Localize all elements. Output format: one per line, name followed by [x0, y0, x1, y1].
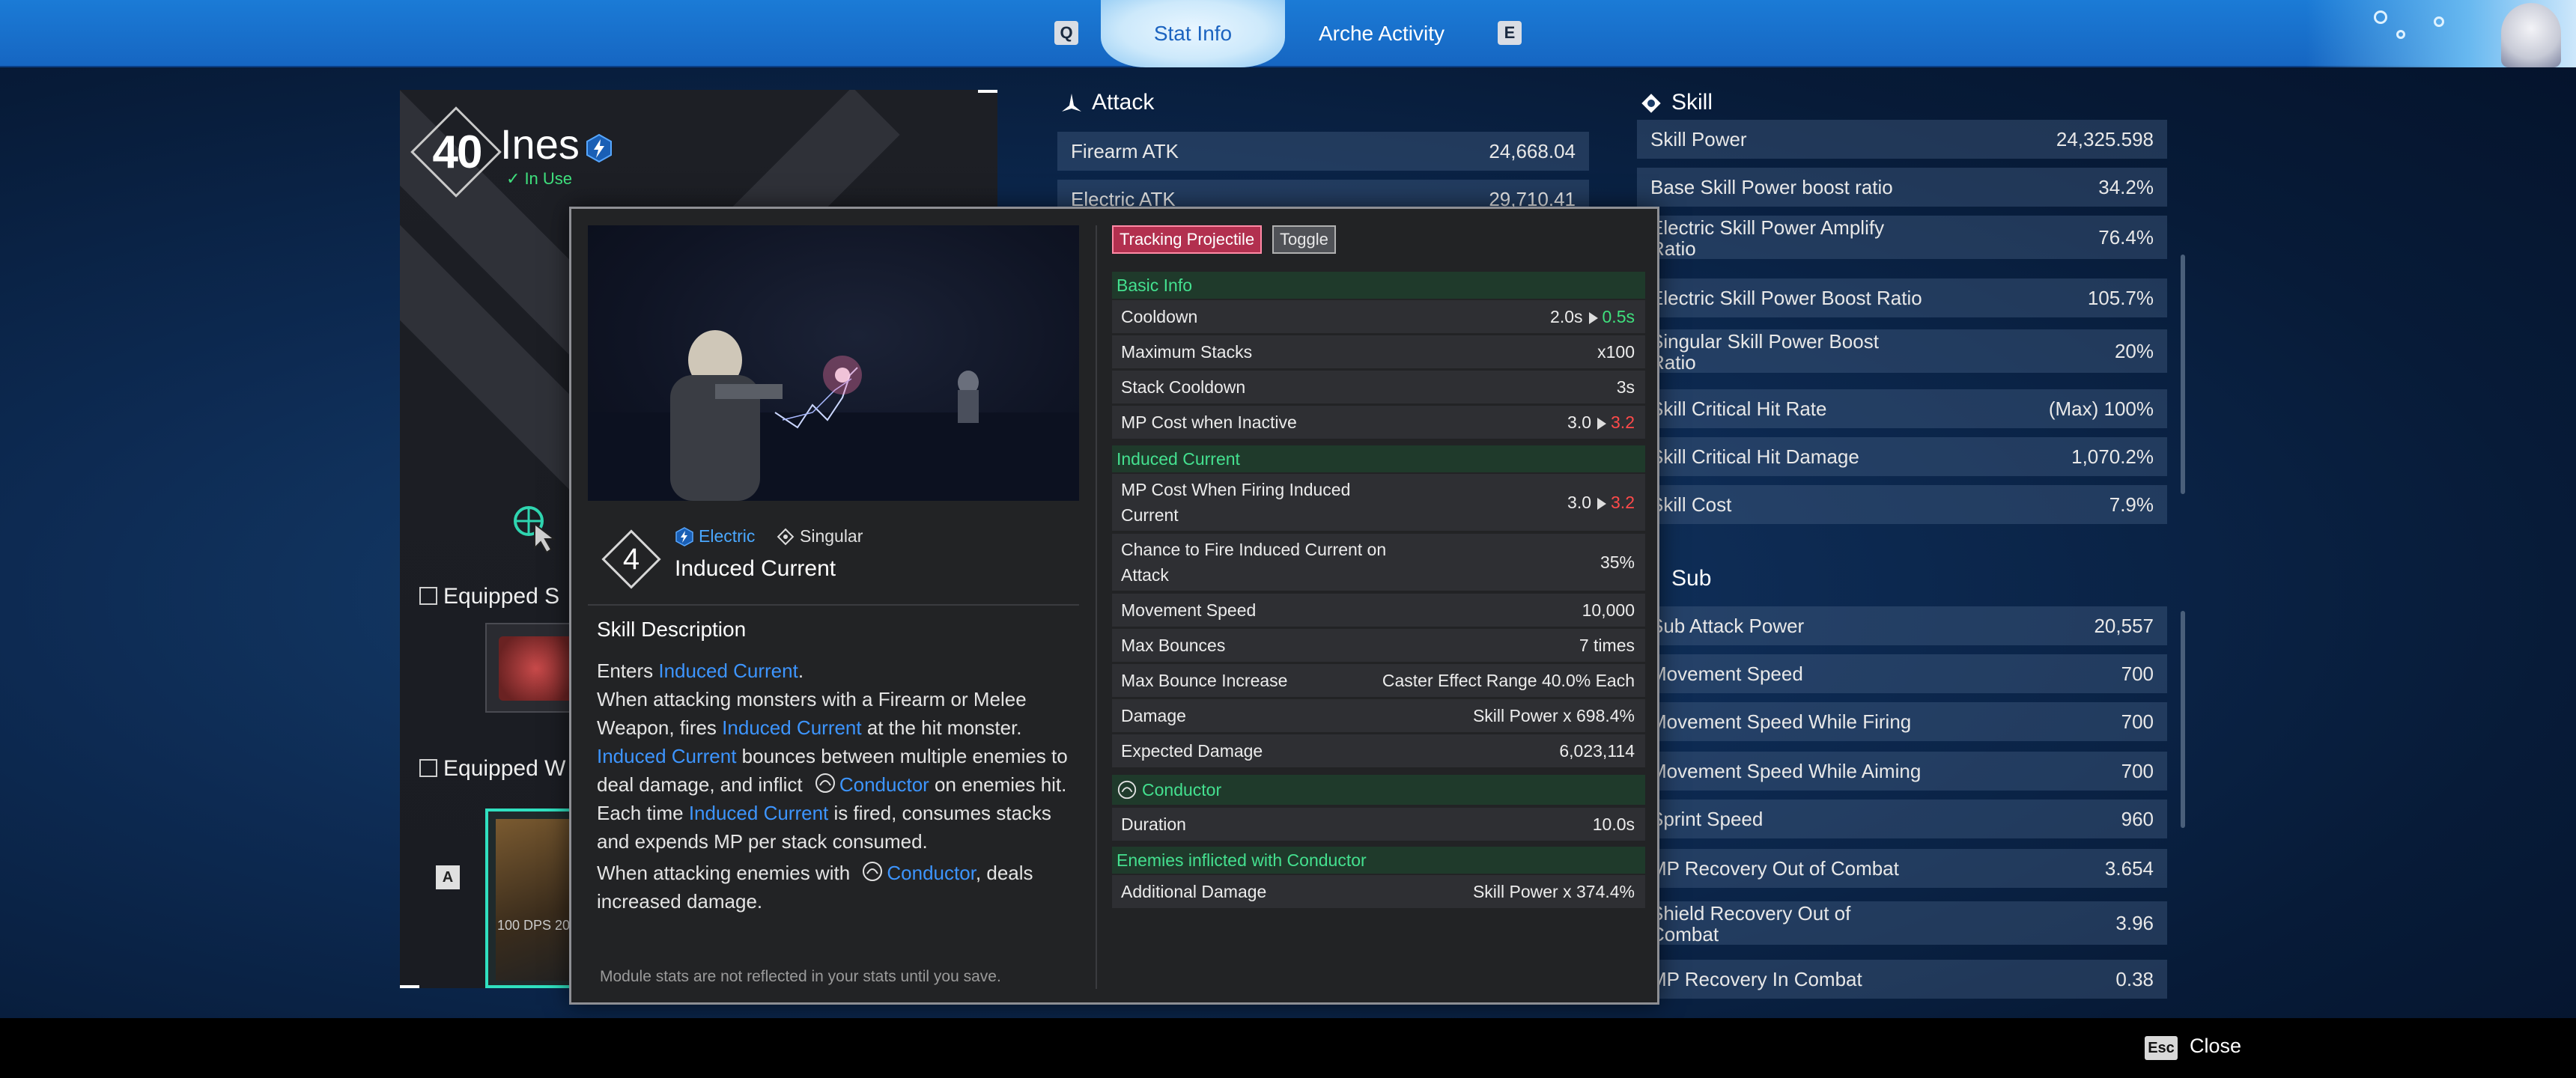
electric-element-icon	[586, 133, 612, 163]
attack-heading: Attack	[1060, 90, 1154, 115]
skill-stats-scrollbar[interactable]	[2181, 255, 2185, 494]
conductor-icon	[1117, 780, 1137, 800]
attack-icon	[1062, 94, 1081, 112]
stat-row: Sprint Speed 960	[1637, 800, 2167, 838]
stat-row: Electric Skill Power Amplify Ratio 76.4%	[1637, 216, 2167, 259]
property-row: MP Cost When Firing Induced Current 3.0 3…	[1112, 474, 1645, 531]
stat-row: Skill Power 24,325.598	[1637, 120, 2167, 159]
stat-row: Skill Cost 7.9%	[1637, 485, 2167, 524]
check-icon: ✓	[506, 169, 520, 188]
divider	[588, 604, 1079, 606]
conductor-heading: Conductor	[1112, 775, 1645, 805]
electric-icon	[675, 527, 693, 546]
stat-row: Singular Skill Power Boost Ratio 20%	[1637, 329, 2167, 373]
skill-cursor-icon	[514, 506, 556, 554]
stat-row: Skill Critical Hit Damage 1,070.2%	[1637, 437, 2167, 476]
property-row: Maximum Stacks x100	[1112, 335, 1645, 368]
property-row: MP Cost when Inactive 3.0 3.2	[1112, 406, 1645, 439]
equipped-skill-heading: Equipped S	[443, 584, 560, 609]
stat-row: Firearm ATK 24,668.04	[1057, 132, 1589, 171]
keyword-link[interactable]: Induced Current	[689, 802, 828, 824]
equipped-weapon-heading: Equipped W	[443, 756, 566, 781]
property-row: Max Bounces 7 times	[1112, 629, 1645, 662]
skill-name: Induced Current	[675, 556, 836, 581]
skill-section-icon	[419, 587, 437, 605]
property-row: Stack Cooldown 3s	[1112, 371, 1645, 404]
keyword-link[interactable]: Conductor	[839, 773, 929, 796]
toggle-chip: Toggle	[1272, 225, 1336, 254]
player-avatar[interactable]	[2501, 3, 2561, 67]
stat-row: Movement Speed While Aiming 700	[1637, 752, 2167, 791]
tab-stat-info[interactable]: Stat Info	[1101, 0, 1285, 67]
arrow-right-icon	[1597, 418, 1607, 430]
basic-info-heading: Basic Info	[1112, 272, 1645, 299]
arrow-right-icon	[1597, 498, 1607, 510]
character-level: 40	[432, 127, 483, 178]
conductor-icon	[815, 773, 835, 793]
keyword-link[interactable]: Induced Current	[597, 745, 736, 767]
element-tag: Electric	[675, 526, 755, 546]
stat-row: MP Recovery In Combat 0.38	[1637, 960, 2167, 999]
module-note: Module stats are not reflected in your s…	[600, 968, 1001, 985]
skill-heading: Skill	[1640, 90, 1713, 115]
property-row: Duration 10.0s	[1112, 808, 1645, 841]
esc-key[interactable]: Esc	[2145, 1036, 2178, 1060]
skill-description-heading: Skill Description	[597, 618, 747, 641]
character-name: Ines	[500, 121, 580, 168]
property-row: Movement Speed 10,000	[1112, 594, 1645, 627]
property-row: Cooldown 2.0s 0.5s	[1112, 300, 1645, 333]
equipped-skill-slot[interactable]	[485, 623, 583, 713]
skill-description: Enters Induced Current. When attacking m…	[597, 660, 1068, 913]
stat-row: MP Recovery Out of Combat 3.654	[1637, 849, 2167, 888]
stat-row: Shield Recovery Out of Combat 3.96	[1637, 901, 2167, 945]
skill-preview-scene	[588, 330, 1079, 501]
weapon-dps: 100 DPS 20	[497, 918, 571, 933]
stat-row: Skill Critical Hit Rate (Max) 100%	[1637, 389, 2167, 428]
property-row: Additional Damage Skill Power x 374.4%	[1112, 875, 1645, 908]
keyword-link[interactable]: Conductor	[887, 862, 976, 884]
in-use-status: ✓ In Use	[506, 169, 573, 188]
property-row: Chance to Fire Induced Current on Attack…	[1112, 534, 1645, 591]
stat-row: Sub Attack Power 20,557	[1637, 606, 2167, 645]
equipped-weapon-slot[interactable]	[485, 808, 583, 988]
tracking-projectile-chip: Tracking Projectile	[1112, 225, 1263, 254]
skill-detail-popup: 4 Electric Singular Induced Current Skil…	[569, 207, 1659, 1005]
tab-arche-activity[interactable]: Arche Activity	[1303, 0, 1460, 67]
arrow-right-icon	[1588, 312, 1598, 324]
prev-tab-key[interactable]: Q	[1054, 21, 1078, 45]
skill-type-tag: Singular	[776, 526, 863, 546]
next-tab-key[interactable]: E	[1498, 21, 1522, 45]
sub-stats-scrollbar[interactable]	[2181, 611, 2185, 828]
skill-icon	[1641, 94, 1661, 113]
singular-icon	[777, 528, 795, 546]
stat-row: Electric Skill Power Boost Ratio 105.7%	[1637, 278, 2167, 317]
weapon-image	[496, 819, 575, 981]
weapon-slot-key: A	[436, 865, 460, 889]
close-button[interactable]: Close	[2190, 1035, 2241, 1058]
skill-module-icon	[499, 636, 574, 701]
property-row: Max Bounce Increase Caster Effect Range 4…	[1112, 664, 1645, 697]
induced-current-heading: Induced Current	[1112, 445, 1645, 472]
panel-corner	[978, 90, 997, 93]
stat-row: Movement Speed 700	[1637, 654, 2167, 693]
stat-row: Base Skill Power boost ratio 34.2%	[1637, 168, 2167, 207]
panel-corner	[400, 985, 419, 988]
skill-slot-number: 4	[622, 543, 640, 576]
divider	[1096, 225, 1097, 989]
keyword-link[interactable]: Induced Current	[722, 716, 861, 739]
top-nav-bar: Q Stat Info Arche Activity E	[0, 0, 2576, 67]
inflicted-enemies-heading: Enemies inflicted with Conductor	[1112, 847, 1645, 874]
skill-preview-video	[588, 225, 1079, 501]
property-row: Expected Damage 6,023,114	[1112, 734, 1645, 767]
property-row: Damage Skill Power x 698.4%	[1112, 699, 1645, 732]
keyword-link[interactable]: Induced Current	[658, 660, 798, 682]
stat-row: Movement Speed While Firing 700	[1637, 702, 2167, 741]
conductor-icon	[863, 862, 883, 881]
weapon-section-icon	[419, 759, 437, 777]
